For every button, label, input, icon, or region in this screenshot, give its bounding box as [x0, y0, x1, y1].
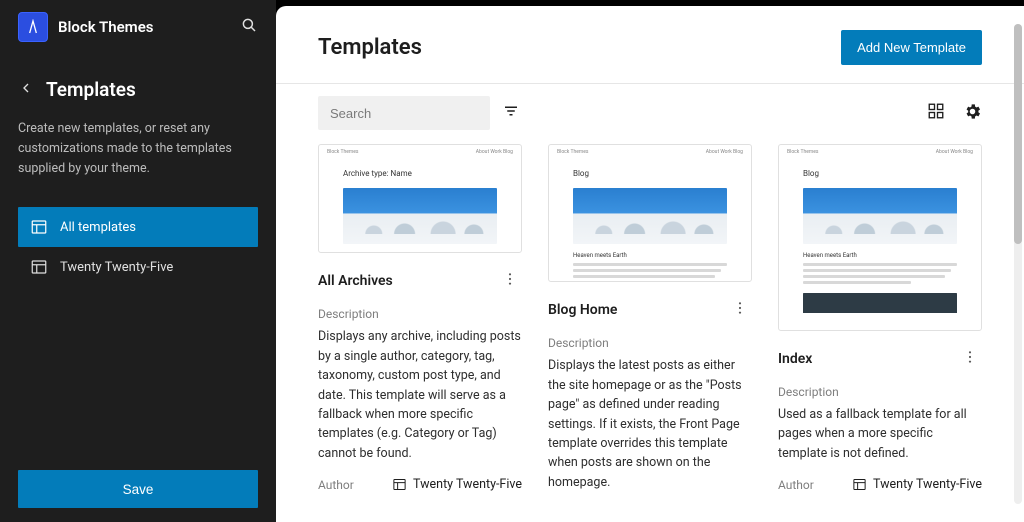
template-preview[interactable]: Block Themes About Work Blog Blog Heaven … — [548, 144, 752, 282]
search-input[interactable] — [330, 106, 506, 121]
template-title[interactable]: Index — [778, 351, 812, 367]
sidebar-item-label: Twenty Twenty-Five — [60, 260, 173, 275]
scrollbar-thumb[interactable] — [1014, 24, 1022, 244]
page-title: Templates — [318, 35, 422, 60]
site-brand[interactable]: Block Themes — [18, 12, 153, 42]
back-icon[interactable] — [18, 80, 34, 100]
preview-heading: Blog — [803, 169, 957, 178]
templates-panel: Templates Add New Template Block The — [276, 6, 1024, 522]
filter-icon[interactable] — [502, 102, 520, 124]
template-title[interactable]: Blog Home — [548, 302, 617, 318]
gear-icon[interactable] — [963, 102, 982, 125]
template-title[interactable]: All Archives — [318, 273, 393, 289]
layout-icon — [30, 258, 48, 276]
site-editor-sidebar: Block Themes Templates Create new templa… — [0, 0, 276, 522]
preview-image — [343, 188, 497, 244]
template-description: Displays the latest posts as either the … — [548, 356, 752, 492]
preview-nav: About Work Blog — [936, 149, 973, 155]
sidebar-item-theme[interactable]: Twenty Twenty-Five — [18, 247, 258, 287]
more-options-icon[interactable] — [958, 345, 982, 373]
search-input-wrap[interactable] — [318, 96, 490, 130]
author-label: Author — [778, 478, 814, 492]
toolbar-right — [927, 102, 982, 125]
description-label: Description — [548, 336, 752, 350]
site-logo — [18, 12, 48, 42]
template-description: Used as a fallback template for all page… — [778, 405, 982, 463]
site-title: Block Themes — [58, 18, 153, 36]
layout-icon — [392, 477, 407, 492]
template-preview[interactable]: Block Themes About Work Blog Archive type… — [318, 144, 522, 253]
template-preview[interactable]: Block Themes About Work Blog Blog Heaven … — [778, 144, 982, 331]
template-card: Block Themes About Work Blog Blog Heaven … — [548, 144, 752, 492]
template-author: Twenty Twenty-Five — [392, 477, 522, 492]
preview-brand: Block Themes — [327, 149, 358, 155]
author-label: Author — [318, 478, 354, 492]
description-label: Description — [778, 385, 982, 399]
templates-grid: Block Themes About Work Blog Archive type… — [276, 140, 1024, 522]
panel-header: Templates Add New Template — [276, 6, 1024, 84]
preview-heading: Blog — [573, 169, 727, 178]
sidebar-item-label: All templates — [60, 220, 136, 235]
preview-subheading: Heaven meets Earth — [573, 252, 727, 259]
preview-brand: Block Themes — [787, 149, 818, 155]
description-label: Description — [318, 307, 522, 321]
template-card: Block Themes About Work Blog Blog Heaven … — [778, 144, 982, 492]
preview-image — [803, 188, 957, 244]
preview-brand: Block Themes — [557, 149, 588, 155]
add-new-template-button[interactable]: Add New Template — [841, 30, 982, 65]
search-icon[interactable] — [240, 16, 258, 38]
preview-subheading: Heaven meets Earth — [803, 252, 957, 259]
toolbar-left — [318, 96, 520, 130]
template-author: Twenty Twenty-Five — [852, 477, 982, 492]
preview-heading: Archive type: Name — [343, 169, 497, 178]
layout-icon — [30, 218, 48, 236]
preview-image — [573, 188, 727, 244]
sidebar-topbar: Block Themes — [18, 12, 258, 42]
preview-text — [573, 263, 727, 282]
template-description: Displays any archive, including posts by… — [318, 327, 522, 463]
preview-nav: About Work Blog — [706, 149, 743, 155]
sidebar-title: Templates — [46, 78, 136, 101]
preview-image — [803, 293, 957, 313]
save-button[interactable]: Save — [18, 470, 258, 508]
more-options-icon[interactable] — [728, 296, 752, 324]
more-options-icon[interactable] — [498, 267, 522, 295]
grid-view-icon[interactable] — [927, 102, 945, 124]
template-card: Block Themes About Work Blog Archive type… — [318, 144, 522, 492]
preview-subheading: Heaven meets Earth — [343, 252, 497, 253]
panel-toolbar — [276, 84, 1024, 140]
sidebar-description: Create new templates, or reset any custo… — [18, 119, 258, 179]
sidebar-heading-row: Templates — [18, 78, 258, 101]
preview-text — [803, 263, 957, 287]
layout-icon — [852, 477, 867, 492]
preview-nav: About Work Blog — [476, 149, 513, 155]
sidebar-item-all-templates[interactable]: All templates — [18, 207, 258, 247]
